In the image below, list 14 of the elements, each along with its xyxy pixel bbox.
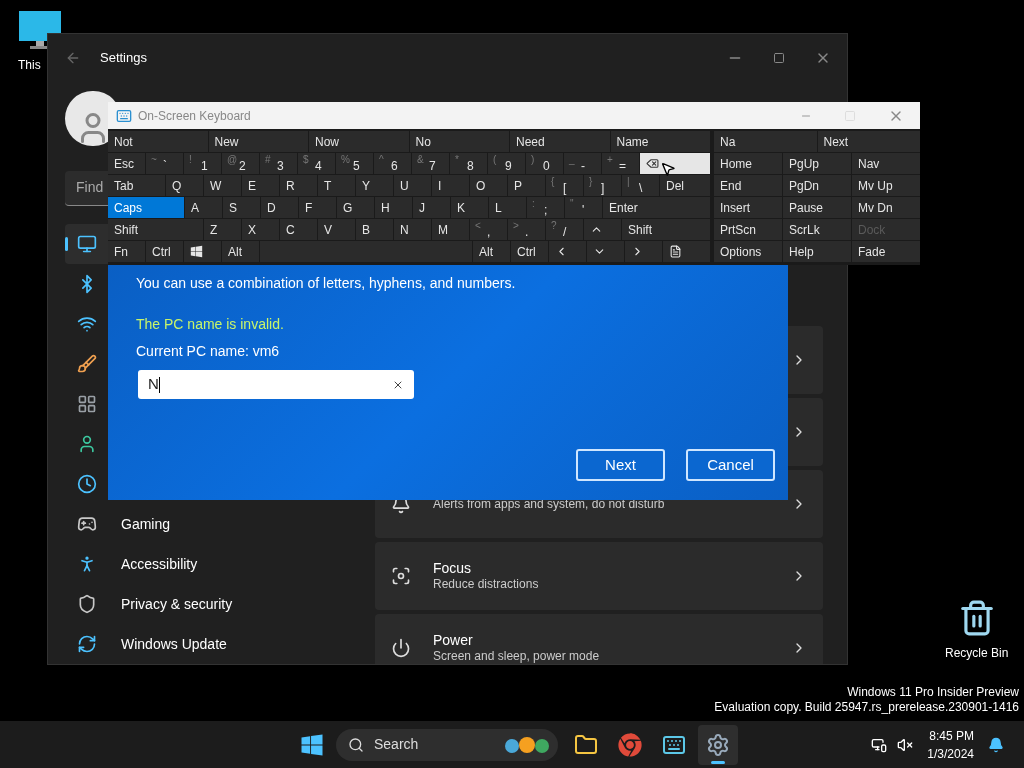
build-info-text: Windows 11 Pro Insider Preview: [847, 685, 1019, 700]
card-title: Power: [433, 632, 474, 649]
desktop-icon-label: Recycle Bin: [945, 645, 1009, 662]
window-title: Settings: [100, 49, 147, 68]
error-text: The PC name is invalid.: [136, 315, 285, 334]
card-title: Focus: [433, 560, 473, 577]
window-title: On-Screen Keyboard: [138, 107, 251, 125]
card-subtitle: Alerts from apps and system, do not disturb: [433, 496, 665, 512]
card-subtitle: Screen and sleep, power mode: [433, 649, 600, 664]
current-name-text: Current PC name: vm6: [136, 342, 281, 361]
build-info-text: Evaluation copy. Build 25947.rs_prerelease.230901-1416: [714, 700, 1019, 715]
card-subtitle: Reduce distractions: [433, 577, 539, 592]
hint-text: You can use a combination of letters, hyphens, and numbers.: [136, 274, 517, 293]
desktop-icon-label: This: [18, 57, 41, 74]
